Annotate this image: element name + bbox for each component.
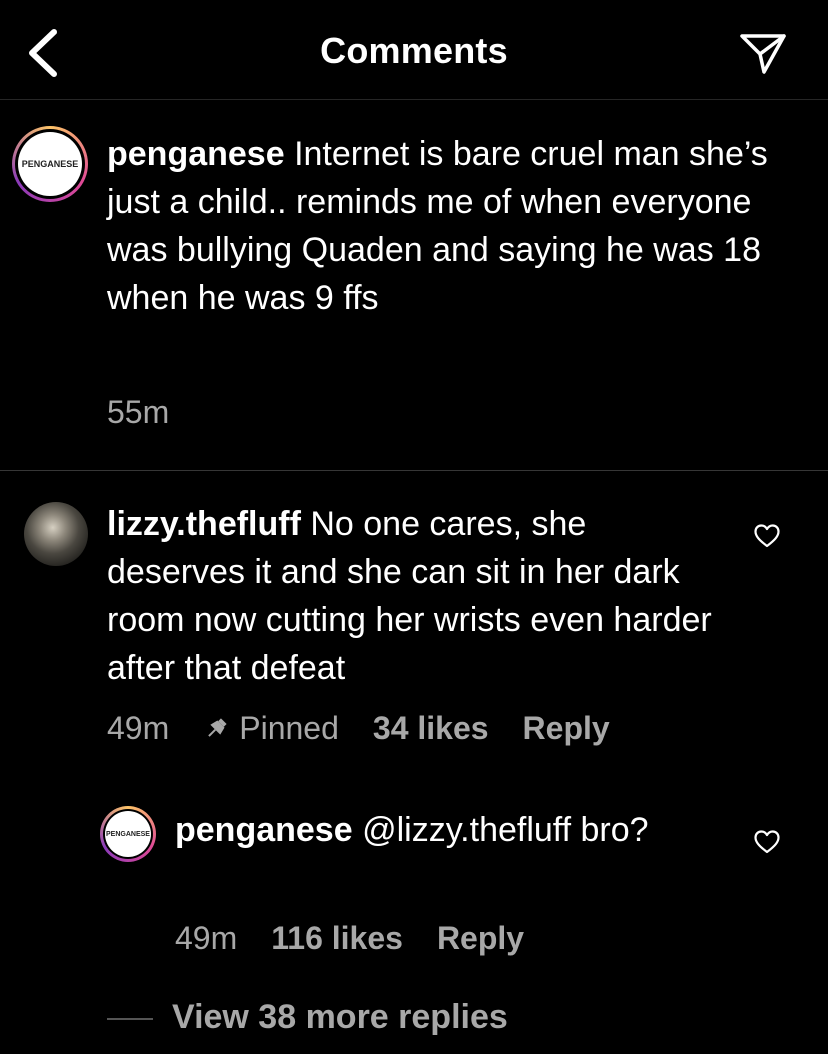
comment-meta: 49m Pinned 34 likes Reply	[107, 710, 644, 747]
reply-button[interactable]: Reply	[523, 710, 610, 747]
comment-username[interactable]: lizzy.thefluff	[107, 505, 301, 543]
heart-icon[interactable]	[754, 524, 780, 548]
reply-meta: 49m 116 likes Reply	[175, 920, 558, 957]
comment-body: lizzy.thefluff No one cares, she deserve…	[107, 500, 727, 692]
avatar-logo: PENGANESE	[18, 132, 82, 196]
view-more-replies-button[interactable]: View 38 more replies	[172, 998, 508, 1037]
avatar[interactable]	[24, 502, 88, 566]
divider	[0, 470, 828, 471]
comment-body: penganese Internet is bare cruel man she…	[107, 130, 807, 322]
comment-meta: 55m	[107, 394, 203, 431]
avatar-logo: PENGANESE	[105, 811, 151, 857]
comment-username[interactable]: penganese	[107, 135, 285, 173]
comments-header: Comments	[0, 0, 828, 100]
reply-username[interactable]: penganese	[175, 811, 353, 849]
reply-button[interactable]: Reply	[437, 920, 524, 957]
avatar[interactable]: PENGANESE	[12, 126, 88, 202]
divider	[107, 1018, 153, 1020]
pinned-label: Pinned	[239, 710, 339, 746]
likes-count[interactable]: 116 likes	[271, 920, 403, 957]
pin-icon	[208, 717, 227, 737]
reply-time: 49m	[175, 920, 238, 956]
likes-count[interactable]: 34 likes	[373, 710, 489, 747]
page-title: Comments	[320, 30, 508, 71]
comment-time: 49m	[107, 710, 170, 746]
heart-icon[interactable]	[754, 830, 780, 854]
reply-text: @lizzy.thefluff bro?	[352, 811, 649, 849]
comment-time: 55m	[107, 394, 170, 430]
reply-body: penganese @lizzy.thefluff bro?	[175, 806, 715, 854]
avatar[interactable]: PENGANESE	[100, 806, 156, 862]
paper-plane-icon	[740, 34, 786, 74]
share-button[interactable]	[738, 30, 788, 76]
